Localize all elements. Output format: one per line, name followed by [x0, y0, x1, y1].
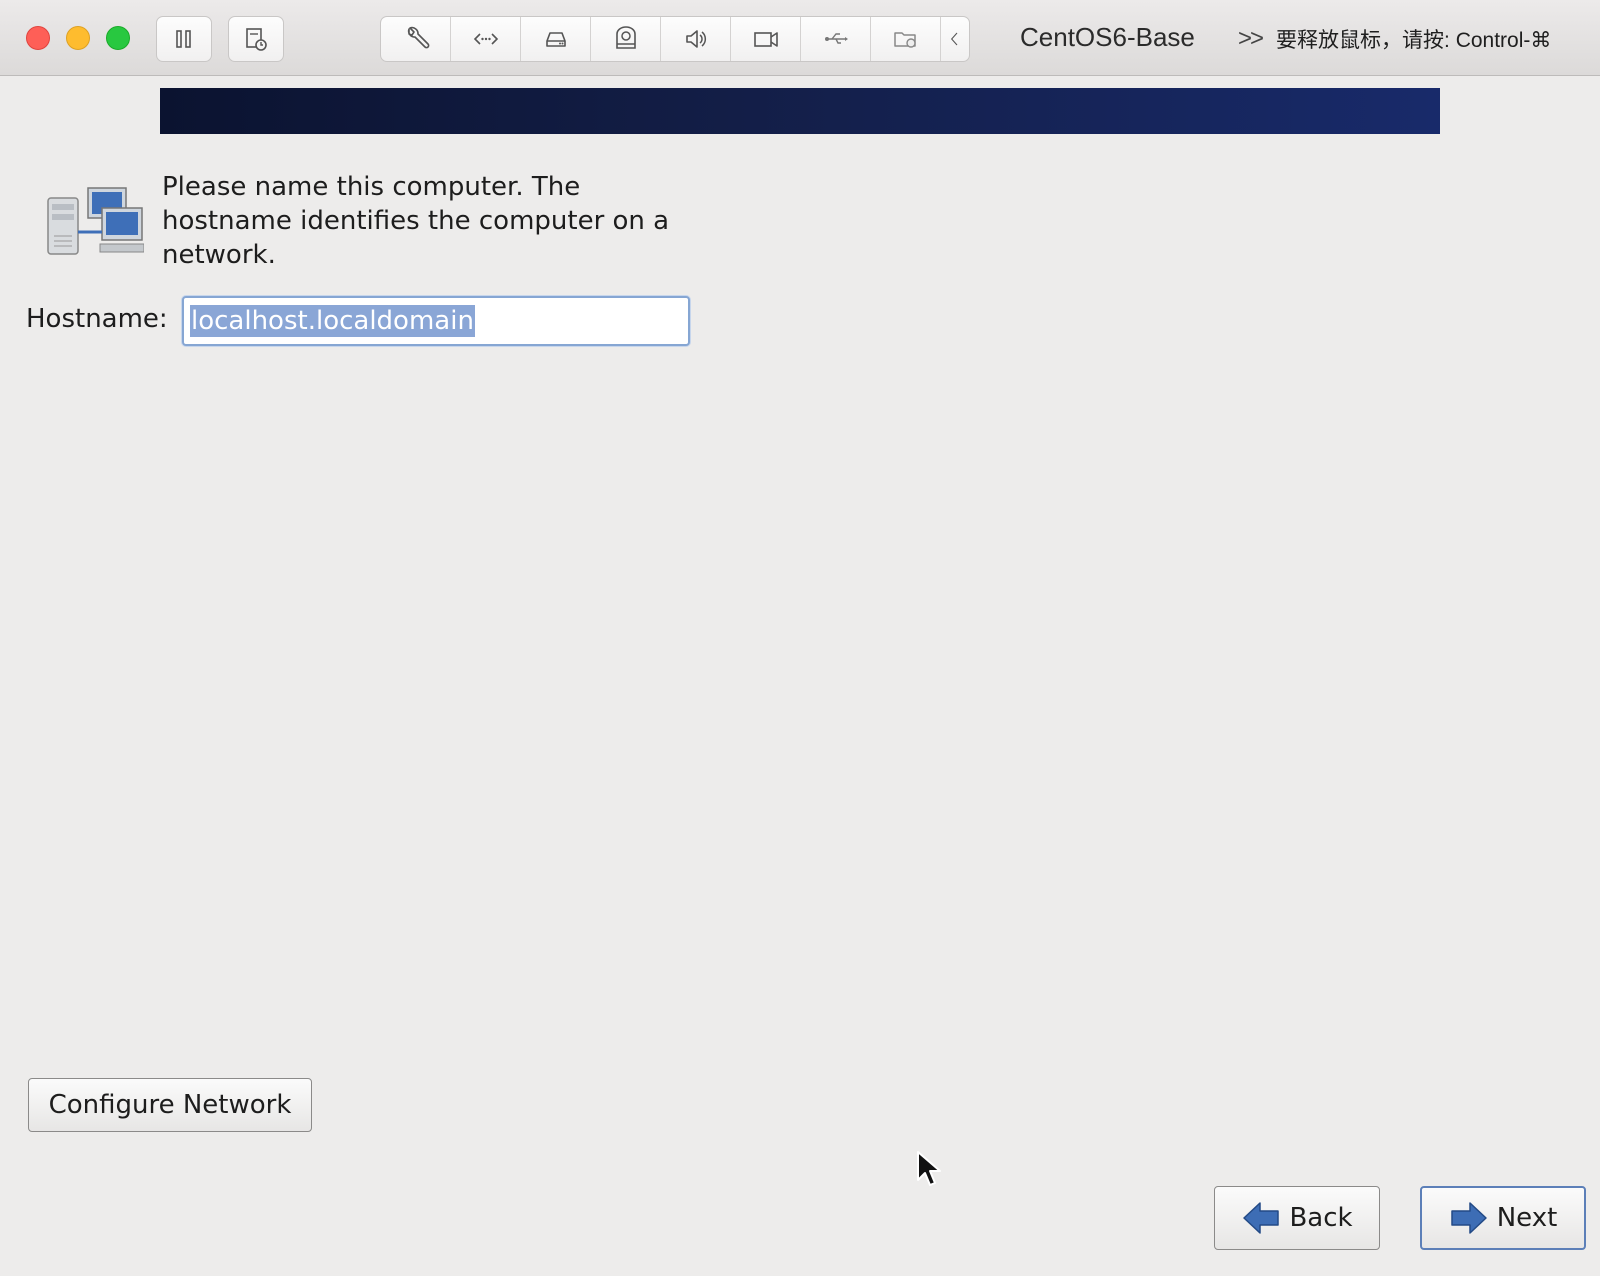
network-computers-icon — [47, 187, 144, 255]
shared-folder-button[interactable] — [871, 17, 941, 61]
optical-drive-button[interactable] — [591, 17, 661, 61]
sound-button[interactable] — [661, 17, 731, 61]
usb-button[interactable] — [801, 17, 871, 61]
settings-button[interactable] — [381, 17, 451, 61]
configure-network-button[interactable]: Configure Network — [28, 1078, 312, 1132]
configure-network-label: Configure Network — [48, 1090, 292, 1120]
close-window-button[interactable] — [26, 26, 50, 50]
back-label: Back — [1289, 1203, 1353, 1233]
toolbar-collapse-button[interactable] — [941, 17, 969, 61]
hostname-value: localhost.localdomain — [190, 305, 475, 337]
vm-title: CentOS6-Base — [1020, 22, 1195, 52]
hostname-input[interactable]: localhost.localdomain — [182, 296, 690, 346]
hard-disk-icon — [545, 32, 566, 47]
back-button[interactable]: Back — [1214, 1186, 1380, 1250]
device-toolbar — [380, 16, 970, 62]
next-label: Next — [1496, 1203, 1558, 1233]
network-button[interactable] — [451, 17, 521, 61]
title-bar: CentOS6-Base >> 要释放鼠标，请按: Control-⌘ — [0, 0, 1600, 76]
snapshot-button[interactable] — [228, 16, 284, 62]
pause-icon — [176, 30, 191, 48]
camera-button[interactable] — [731, 17, 801, 61]
installer-banner — [160, 88, 1440, 134]
mouse-pointer-icon — [917, 1151, 941, 1186]
hostname-label: Hostname: — [26, 304, 168, 334]
usb-icon — [824, 33, 848, 44]
arrow-left-icon — [1243, 1202, 1280, 1234]
network-arrows-icon — [473, 33, 498, 45]
hostname-instructions: Please name this computer. The hostname … — [162, 172, 670, 270]
camera-icon — [753, 32, 778, 47]
optical-drive-icon — [615, 26, 636, 49]
mouse-release-text: 要释放鼠标，请按: Control-⌘ — [1276, 29, 1552, 52]
snapshot-icon — [246, 28, 267, 51]
chevron-left-icon — [950, 32, 958, 46]
chevron-right-icon: >> — [1238, 25, 1264, 52]
pause-button[interactable] — [156, 16, 212, 62]
next-button[interactable]: Next — [1420, 1186, 1586, 1250]
wrench-icon — [407, 26, 429, 49]
zoom-window-button[interactable] — [106, 26, 130, 50]
speaker-icon — [685, 30, 706, 48]
vm-window: CentOS6-Base >> 要释放鼠标，请按: Control-⌘ Plea… — [0, 0, 1600, 1276]
shared-folder-icon — [893, 32, 916, 48]
hard-disk-button[interactable] — [521, 17, 591, 61]
mouse-release-hint: >> 要释放鼠标，请按: Control-⌘ — [1238, 24, 1551, 54]
minimize-window-button[interactable] — [66, 26, 90, 50]
arrow-right-icon — [1450, 1202, 1487, 1234]
